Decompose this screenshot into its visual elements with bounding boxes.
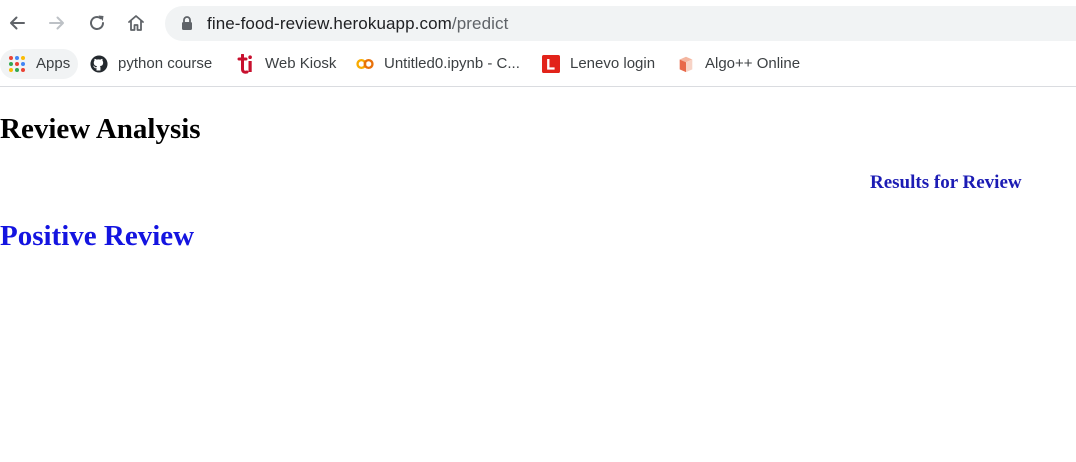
bookmark-label: python course bbox=[118, 55, 213, 72]
reload-button[interactable] bbox=[83, 9, 111, 37]
bookmark-label: Untitled0.ipynb - C... bbox=[384, 55, 520, 72]
page-title: Review Analysis bbox=[0, 113, 201, 145]
home-icon bbox=[128, 15, 144, 31]
lock-icon[interactable] bbox=[181, 16, 193, 30]
reload-icon bbox=[90, 15, 104, 30]
bookmark-label: Apps bbox=[36, 55, 71, 72]
review-result: Positive Review bbox=[0, 220, 195, 252]
ti-logo-icon bbox=[237, 54, 255, 74]
bookmark-python-course[interactable]: python course bbox=[90, 49, 212, 79]
github-icon bbox=[90, 55, 108, 73]
arrow-left-icon bbox=[10, 16, 25, 30]
browser-toolbar: fine-food-review.herokuapp.com/predict bbox=[0, 0, 1076, 46]
url-path: /predict bbox=[451, 14, 509, 33]
l-logo-icon bbox=[542, 55, 560, 73]
bookmark-label: Web Kiosk bbox=[265, 55, 337, 72]
bookmark-label: Algo++ Online bbox=[705, 55, 801, 72]
bookmark-colab-notebook[interactable]: Untitled0.ipynb - C... bbox=[356, 49, 520, 79]
url-host: fine-food-review.herokuapp.com bbox=[207, 14, 452, 33]
forward-button[interactable] bbox=[43, 9, 71, 37]
results-heading: Results for Review bbox=[870, 172, 1022, 193]
bookmark-apps[interactable]: Apps bbox=[0, 49, 78, 79]
bookmark-web-kiosk[interactable]: Web Kiosk bbox=[237, 49, 336, 79]
cube-icon bbox=[677, 55, 695, 73]
bookmark-lenevo-login[interactable]: Lenevo login bbox=[542, 49, 655, 79]
url-text[interactable]: fine-food-review.herokuapp.com/predict bbox=[207, 14, 508, 34]
arrow-right-icon bbox=[49, 16, 64, 30]
bookmarks-bar: Apps python course Web Kiosk Untitled0.i… bbox=[0, 46, 1076, 87]
bookmark-algo-online[interactable]: Algo++ Online bbox=[677, 49, 800, 79]
back-button[interactable] bbox=[3, 9, 31, 37]
bookmark-label: Lenevo login bbox=[570, 55, 656, 72]
colab-icon bbox=[356, 55, 374, 73]
home-button[interactable] bbox=[122, 9, 150, 37]
apps-grid-icon bbox=[8, 55, 26, 73]
address-bar[interactable]: fine-food-review.herokuapp.com/predict bbox=[165, 6, 1076, 41]
